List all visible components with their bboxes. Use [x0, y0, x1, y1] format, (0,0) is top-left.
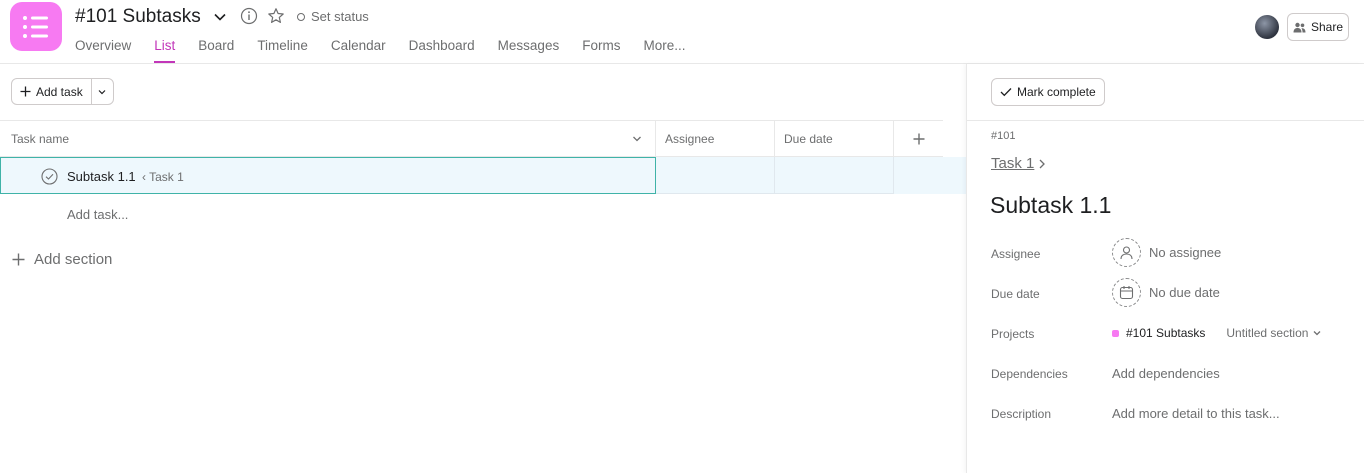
- share-label: Share: [1310, 20, 1344, 34]
- chevron-down-icon[interactable]: [631, 133, 643, 145]
- assignee-label: Assignee: [991, 247, 1041, 261]
- task-id: #101: [991, 130, 1016, 142]
- tab-more[interactable]: More...: [643, 38, 685, 63]
- mark-complete-button[interactable]: Mark complete: [991, 78, 1105, 106]
- chevron-down-icon: [1313, 331, 1321, 336]
- tab-calendar[interactable]: Calendar: [331, 38, 386, 63]
- project-color-dot: [1112, 329, 1119, 337]
- plus-icon: [20, 86, 31, 97]
- chevron-right-icon: [1039, 159, 1046, 168]
- add-section-label: Add section: [34, 251, 113, 268]
- add-column-button[interactable]: [893, 121, 943, 157]
- assignee-field[interactable]: No assignee: [1112, 238, 1221, 267]
- project-title: #101 Subtasks: [75, 6, 201, 27]
- check-circle-icon[interactable]: [41, 168, 58, 185]
- add-task-label: Add task: [36, 84, 83, 99]
- column-due-date[interactable]: Due date: [774, 121, 893, 157]
- description-label: Description: [991, 407, 1052, 421]
- task-detail-pane: Mark complete #101 Task 1 Subtask 1.1 As…: [966, 64, 1364, 473]
- projects-label: Projects: [991, 327, 1035, 341]
- add-task-button[interactable]: Add task: [12, 79, 92, 104]
- task-list-pane: Add task Task name Assignee Due date Sub…: [0, 64, 966, 473]
- project-icon[interactable]: [10, 2, 62, 51]
- dependencies-label: Dependencies: [991, 367, 1068, 381]
- people-icon: [1293, 22, 1306, 32]
- user-icon: [1112, 238, 1141, 267]
- column-task-name-label: Task name: [11, 132, 70, 146]
- check-icon: [1000, 88, 1012, 97]
- table-row[interactable]: Subtask 1.1 ‹ Task 1: [0, 157, 966, 194]
- column-assignee[interactable]: Assignee: [655, 121, 774, 157]
- tab-board[interactable]: Board: [198, 38, 234, 63]
- project-tabs: Overview List Board Timeline Calendar Da…: [75, 38, 708, 63]
- task-title[interactable]: Subtask 1.1: [990, 192, 1111, 219]
- calendar-icon: [1112, 278, 1141, 307]
- plus-icon: [913, 133, 924, 145]
- tab-overview[interactable]: Overview: [75, 38, 131, 63]
- add-task-inline[interactable]: Add task...: [67, 207, 128, 222]
- mark-complete-label: Mark complete: [1017, 85, 1096, 99]
- task-parent-link[interactable]: ‹ Task 1: [142, 170, 184, 184]
- info-icon[interactable]: [240, 7, 258, 25]
- task-assignee-cell[interactable]: [656, 157, 775, 194]
- task-name[interactable]: Subtask 1.1: [67, 169, 136, 184]
- chevron-down-icon: [98, 89, 106, 94]
- tab-list[interactable]: List: [154, 38, 176, 63]
- project-section-dropdown[interactable]: Untitled section: [1226, 326, 1322, 340]
- assignee-value: No assignee: [1149, 245, 1222, 260]
- set-status-label: Set status: [311, 9, 369, 24]
- add-task-split-button: Add task: [11, 78, 114, 105]
- star-icon[interactable]: [267, 7, 285, 25]
- detail-toolbar: Mark complete: [967, 64, 1364, 121]
- plus-icon: [12, 253, 25, 266]
- list-icon: [23, 16, 48, 38]
- project-name[interactable]: #101 Subtasks: [1126, 326, 1205, 340]
- avatar[interactable]: [1255, 15, 1279, 39]
- tab-forms[interactable]: Forms: [582, 38, 620, 63]
- parent-task-link[interactable]: Task 1: [991, 155, 1046, 172]
- column-task-name[interactable]: Task name: [11, 121, 655, 157]
- due-date-value: No due date: [1149, 285, 1220, 300]
- add-section-button[interactable]: Add section: [12, 251, 112, 268]
- top-bar: #101 Subtasks Set status Overview List B…: [0, 0, 1364, 64]
- status-circle-icon: [297, 12, 305, 21]
- table-header: Task name Assignee Due date: [0, 120, 943, 157]
- projects-field[interactable]: #101 Subtasks Untitled section: [1112, 326, 1322, 340]
- add-task-dropdown[interactable]: [92, 79, 113, 104]
- tab-timeline[interactable]: Timeline: [257, 38, 308, 63]
- set-status-button[interactable]: Set status: [297, 9, 369, 24]
- due-date-label: Due date: [991, 287, 1040, 301]
- tab-dashboard[interactable]: Dashboard: [409, 38, 475, 63]
- tab-messages[interactable]: Messages: [498, 38, 560, 63]
- task-name-cell[interactable]: Subtask 1.1 ‹ Task 1: [0, 157, 656, 194]
- task-due-date-cell[interactable]: [775, 157, 894, 194]
- parent-task-label: Task 1: [991, 155, 1035, 172]
- share-button[interactable]: Share: [1287, 13, 1349, 41]
- description-field[interactable]: Add more detail to this task...: [1112, 406, 1280, 421]
- project-section-label: Untitled section: [1226, 326, 1309, 340]
- due-date-field[interactable]: No due date: [1112, 278, 1220, 307]
- add-dependencies-button[interactable]: Add dependencies: [1112, 366, 1220, 381]
- chevron-down-icon[interactable]: [212, 9, 228, 25]
